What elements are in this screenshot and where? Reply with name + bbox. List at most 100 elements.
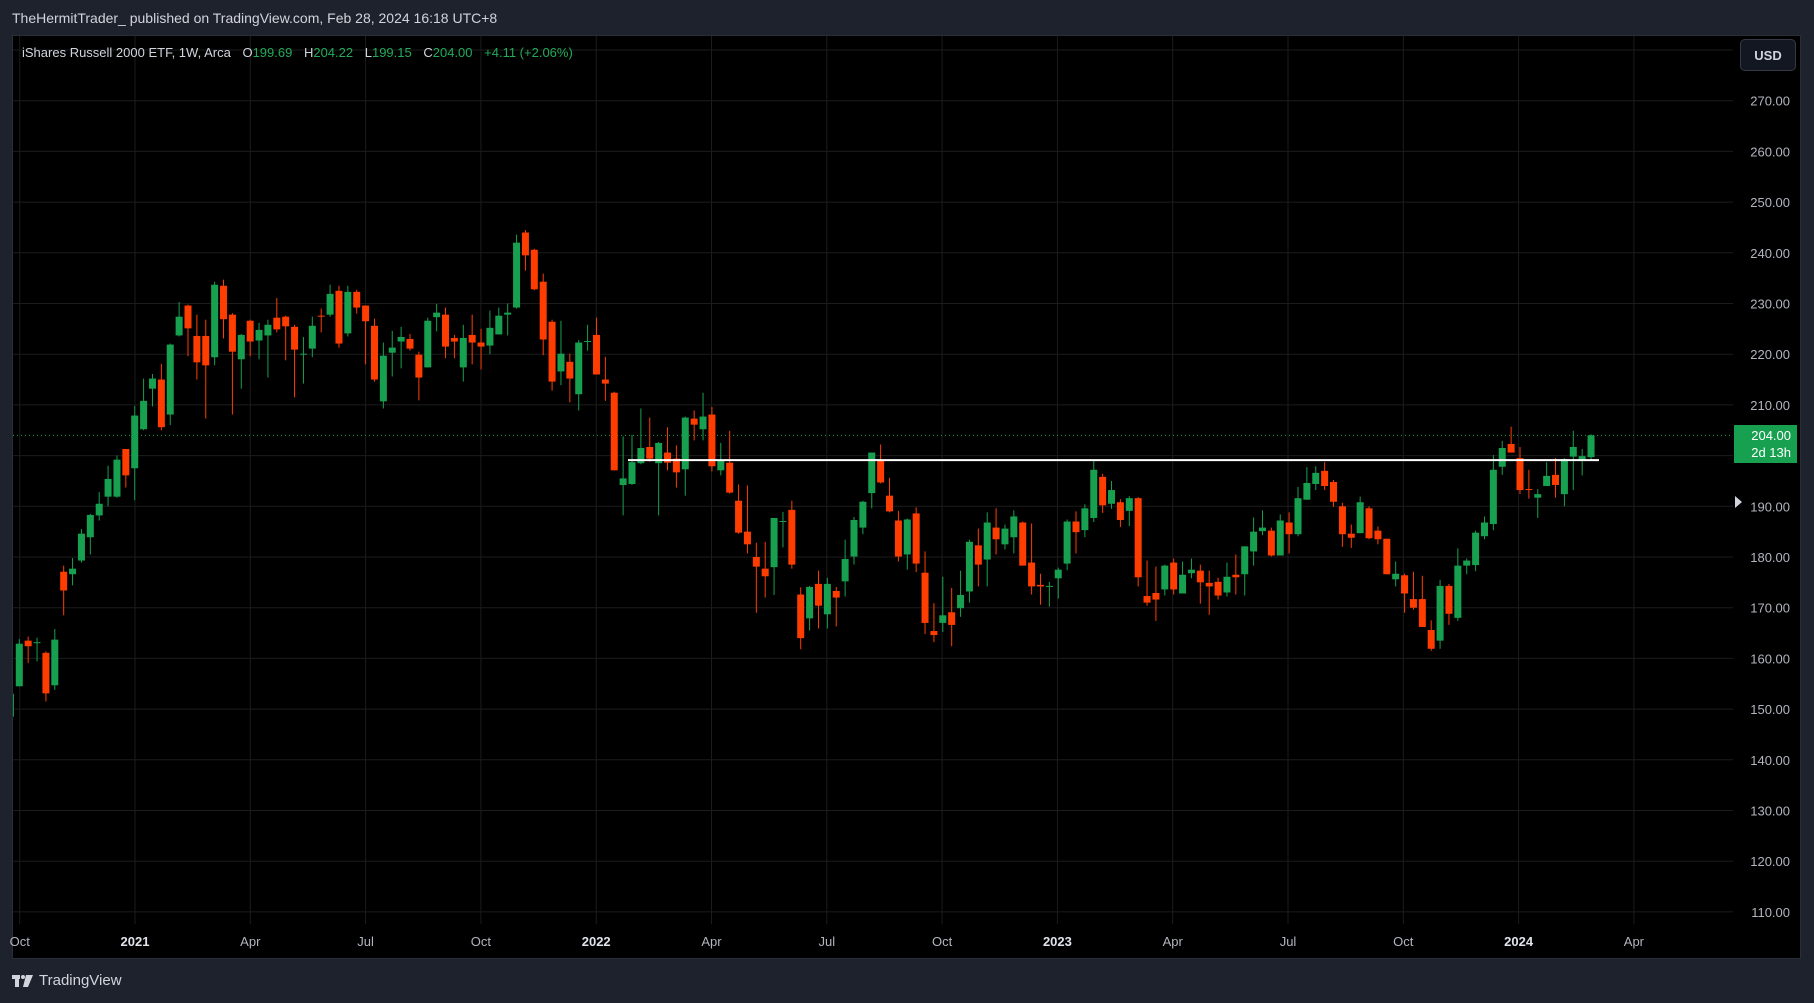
candle-body — [1054, 569, 1062, 579]
candle-body — [1516, 458, 1524, 491]
candle-body — [1045, 585, 1053, 587]
candle — [1392, 561, 1400, 587]
candle — [504, 303, 512, 336]
candle — [761, 541, 769, 598]
open-label: O — [242, 45, 253, 60]
candle-body — [1463, 560, 1471, 566]
candle-body — [1303, 482, 1311, 500]
candle-body — [1472, 532, 1480, 566]
candle-body — [60, 571, 68, 591]
candle — [1170, 558, 1178, 595]
candle-body — [1028, 562, 1036, 587]
candle-body — [886, 495, 894, 512]
candle — [468, 314, 476, 365]
candle — [1250, 517, 1258, 566]
candle — [1090, 459, 1098, 523]
candle-body — [1489, 469, 1497, 525]
candle-body — [521, 232, 529, 256]
candle — [95, 492, 103, 521]
candle — [832, 586, 840, 627]
candle-body — [442, 314, 450, 347]
candle-body — [1010, 516, 1018, 538]
low-label: L — [364, 45, 372, 60]
time-axis[interactable]: Oct 2021 Apr Jul Oct 2022 Apr Jul Oct 2023 Apr Jul O… — [10, 934, 1645, 949]
candle-body — [246, 320, 254, 342]
candle — [1179, 561, 1187, 594]
price-tick-label: 190.00 — [1750, 499, 1790, 514]
candle-body — [95, 503, 103, 516]
candle — [1019, 521, 1027, 566]
candle — [211, 281, 219, 366]
candle — [903, 518, 911, 570]
candle — [1418, 575, 1426, 627]
candle-body — [930, 631, 938, 636]
candle — [1161, 564, 1169, 596]
candle-body — [273, 317, 281, 330]
candle — [672, 445, 680, 488]
candle — [1285, 512, 1293, 554]
candle — [104, 465, 112, 507]
price-tick-label: 220.00 — [1750, 347, 1790, 362]
candle-body — [193, 335, 201, 363]
candle — [877, 444, 885, 484]
candle-body — [1187, 569, 1195, 574]
high-value: 204.22 — [313, 45, 354, 60]
candle — [743, 485, 751, 554]
candle-body — [77, 533, 85, 561]
candle-body — [1392, 573, 1400, 580]
candle — [406, 333, 414, 351]
tradingview-logo-icon — [12, 974, 33, 987]
candle — [521, 229, 529, 271]
candle-body — [1001, 528, 1009, 545]
candle-body — [1569, 446, 1577, 457]
candle — [175, 301, 183, 337]
candle — [1187, 558, 1195, 579]
candle — [1552, 458, 1560, 498]
candle — [450, 334, 458, 359]
candle-body — [1454, 565, 1462, 618]
price-tick-label: 150.00 — [1750, 702, 1790, 717]
candle-body — [308, 325, 316, 349]
candle — [122, 449, 130, 488]
candle — [77, 529, 85, 563]
candle — [1365, 506, 1373, 540]
price-tick-label: 170.00 — [1750, 601, 1790, 616]
candle — [1338, 502, 1346, 547]
candle-body — [1374, 530, 1382, 540]
price-tick-label: 250.00 — [1750, 195, 1790, 210]
candle-body — [1347, 533, 1355, 538]
candle-body — [1534, 494, 1542, 498]
candle-body — [326, 293, 334, 315]
candle — [1356, 496, 1364, 534]
candle-body — [1418, 599, 1426, 627]
candle-body — [770, 517, 778, 568]
candle-body — [752, 557, 760, 567]
candle-body — [1525, 489, 1533, 491]
candle — [1347, 524, 1355, 548]
candle-body — [912, 513, 920, 564]
candle — [291, 324, 299, 398]
candlestick-chart[interactable]: 270.00 260.00 250.00 240.00 230.00 220.00 210.… — [0, 0, 1814, 1003]
close-value: 204.00 — [432, 45, 473, 60]
candle-body — [237, 334, 245, 360]
time-tick-label: Apr — [240, 934, 261, 949]
candle — [433, 304, 441, 332]
price-axis[interactable]: 270.00 260.00 250.00 240.00 230.00 220.00 210.… — [1750, 94, 1790, 920]
candle-body — [1552, 474, 1560, 486]
candle — [166, 343, 174, 426]
candle — [646, 417, 654, 462]
candle — [584, 324, 592, 351]
currency-button[interactable]: USD — [1740, 39, 1796, 71]
candle-body — [823, 583, 831, 615]
candle — [1383, 538, 1391, 575]
candle — [939, 576, 947, 633]
price-tick-label: 270.00 — [1750, 94, 1790, 109]
candle-body — [1134, 498, 1142, 578]
tradingview-logo[interactable]: TradingView — [12, 972, 122, 989]
candle-body — [184, 305, 192, 329]
symbol-title: iShares Russell 2000 ETF, 1W, Arca — [22, 45, 231, 60]
candle — [974, 528, 982, 587]
candle — [708, 406, 716, 472]
candle-body — [166, 344, 174, 415]
candle-body — [1338, 506, 1346, 535]
